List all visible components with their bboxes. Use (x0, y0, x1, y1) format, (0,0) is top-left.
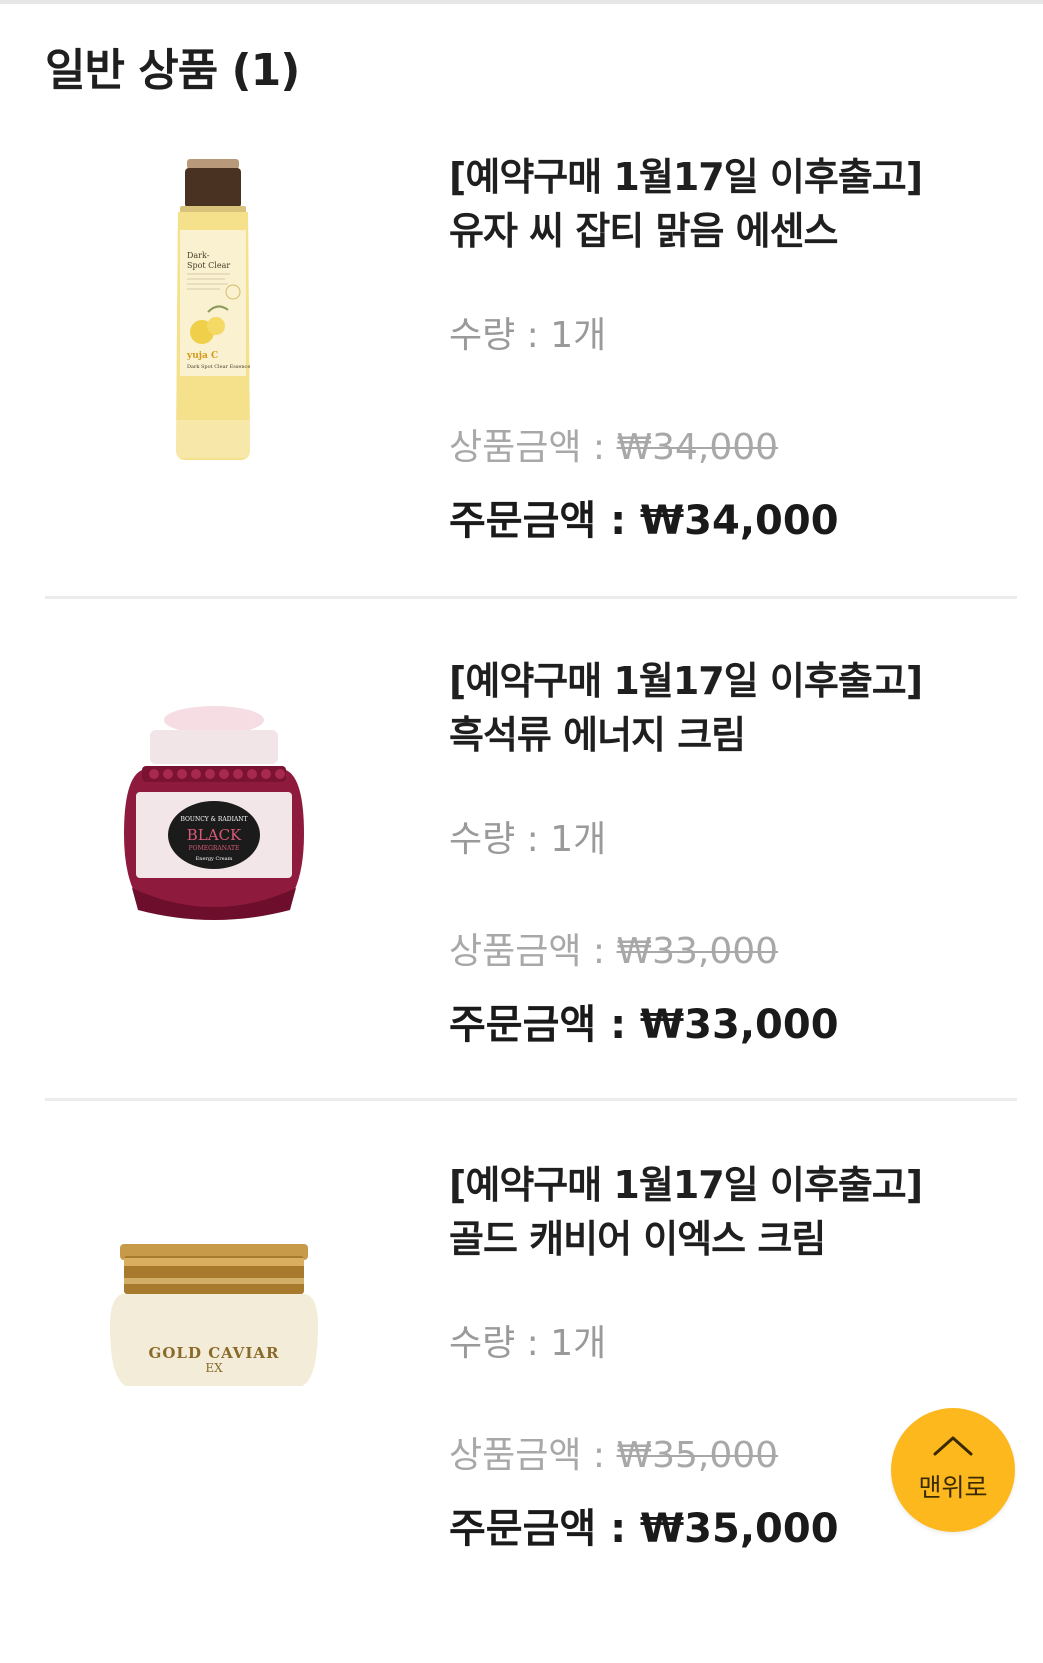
product-name[interactable]: [예약구매 1월17일 이후출고] 유자 씨 잡티 맑음 에센스 (449, 150, 1009, 258)
scroll-top-label: 맨위로 (918, 1473, 988, 1502)
quantity-text: 수량 : 1개 (449, 1323, 607, 1364)
svg-text:yuja C: yuja C (186, 351, 218, 361)
item-divider (45, 1098, 1017, 1101)
list-price-value: ₩34,000 (616, 427, 779, 468)
product-name[interactable]: [예약구매 1월17일 이후출고] 골드 캐비어 이엑스 크림 (449, 1158, 1009, 1266)
chevron-up-icon (933, 1436, 973, 1456)
product-item[interactable]: Dark- Spot Clear yuja C Dark Spot Clear … (0, 150, 1043, 655)
bottle-label-text: Dark- (187, 251, 210, 260)
product-item[interactable]: GOLD CAVIAR EX [예약구매 1월17일 이후출고] 골드 캐비어 … (0, 1158, 1043, 1663)
section-title: 일반 상품 (1) (45, 45, 300, 96)
yuja-essence-bottle-image: Dark- Spot Clear yuja C Dark Spot Clear … (176, 159, 250, 460)
black-pomegranate-cream-jar-image: BOUNCY & RADIANT BLACK POMEGRANATE Energ… (124, 706, 304, 920)
svg-text:GOLD CAVIAR: GOLD CAVIAR (149, 1344, 280, 1362)
list-price-value: ₩33,000 (616, 931, 779, 972)
svg-text:BLACK: BLACK (187, 826, 242, 844)
gold-caviar-cream-jar-image: GOLD CAVIAR EX (110, 1244, 318, 1386)
product-image[interactable]: GOLD CAVIAR EX (80, 1158, 350, 1663)
svg-text:Energy Cream: Energy Cream (196, 856, 233, 862)
product-image[interactable]: Dark- Spot Clear yuja C Dark Spot Clear … (80, 150, 350, 655)
svg-text:POMEGRANATE: POMEGRANATE (189, 845, 240, 852)
svg-text:BOUNCY & RADIANT: BOUNCY & RADIANT (180, 816, 247, 823)
order-price: 주문금액 : ₩35,000 (449, 1506, 839, 1552)
item-divider (45, 596, 1017, 599)
product-name[interactable]: [예약구매 1월17일 이후출고] 흑석류 에너지 크림 (449, 654, 1009, 762)
order-price: 주문금액 : ₩34,000 (449, 498, 839, 544)
list-price: 상품금액 : ₩33,000 (449, 931, 779, 972)
svg-text:Dark Spot Clear Essence: Dark Spot Clear Essence (187, 364, 250, 370)
svg-text:Spot Clear: Spot Clear (187, 261, 230, 270)
product-item[interactable]: BOUNCY & RADIANT BLACK POMEGRANATE Energ… (0, 654, 1043, 1159)
product-image[interactable]: BOUNCY & RADIANT BLACK POMEGRANATE Energ… (80, 654, 350, 1159)
list-price-value: ₩35,000 (616, 1435, 779, 1476)
quantity-text: 수량 : 1개 (449, 315, 607, 356)
list-price: 상품금액 : ₩34,000 (449, 427, 779, 468)
scroll-top-button[interactable]: 맨위로 (891, 1408, 1015, 1532)
top-divider (0, 0, 1043, 4)
quantity-text: 수량 : 1개 (449, 819, 607, 860)
list-price: 상품금액 : ₩35,000 (449, 1435, 779, 1476)
order-price: 주문금액 : ₩33,000 (449, 1002, 839, 1048)
svg-text:EX: EX (205, 1361, 223, 1375)
